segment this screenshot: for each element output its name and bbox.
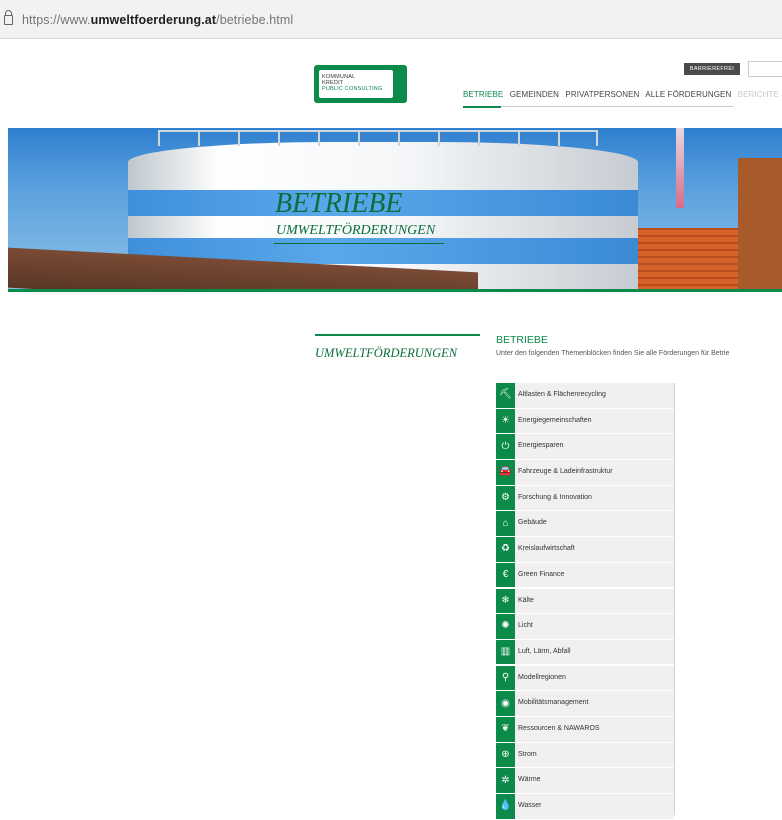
section-title: BETRIEBE	[496, 334, 548, 346]
topic-item[interactable]: ⌂ Gebäude	[496, 511, 674, 537]
excavator-icon: ⛏	[496, 383, 515, 408]
sidebar-rule	[315, 334, 480, 336]
topic-label: Ressourcen & NAWAROS	[518, 724, 600, 732]
topic-label: Kälte	[518, 596, 534, 604]
topic-item[interactable]: ▥ Luft, Lärm, Abfall	[496, 639, 674, 665]
search-input[interactable]	[748, 61, 782, 77]
browser-address-bar[interactable]: https://www.umweltfoerderung.at/betriebe…	[0, 0, 782, 39]
house-icon: ⌂	[496, 511, 515, 537]
nav-privatpersonen[interactable]: PRIVATPERSONEN	[565, 90, 639, 99]
hero-subtitle-underline	[274, 243, 444, 244]
topic-label: Licht	[518, 622, 533, 630]
recycle-icon: ♻	[496, 537, 515, 562]
region-pin-icon: ⚲	[496, 665, 515, 691]
topic-label: Energiegemeinschaften	[518, 416, 592, 424]
url-text[interactable]: https://www.umweltfoerderung.at/betriebe…	[22, 13, 293, 27]
topic-label: Modellregionen	[518, 673, 566, 681]
main-navigation: BETRIEBE GEMEINDEN PRIVATPERSONEN ALLE F…	[463, 90, 782, 110]
topic-label: Altlasten & Flächenrecycling	[518, 391, 606, 398]
nav-gemeinden[interactable]: GEMEINDEN	[510, 90, 559, 99]
mobility-icon: ◉	[496, 691, 515, 716]
kommunalkredit-logo[interactable]: KOMMUNAL KREDIT PUBLIC CONSULTING	[314, 65, 407, 103]
list-divider	[674, 383, 675, 815]
topic-item[interactable]: ⛏ Altlasten & Flächenrecycling	[496, 383, 674, 408]
hero-subtitle: UMWELTFÖRDERUNGEN	[276, 223, 436, 238]
topic-item[interactable]: ✺ Licht	[496, 614, 674, 639]
gear-icon: ⚙	[496, 485, 515, 511]
topic-item[interactable]: ⚙ Forschung & Innovation	[496, 485, 674, 511]
topic-label: Strom	[518, 750, 537, 758]
topic-label: Forschung & Innovation	[518, 493, 592, 501]
hero-bottom-bar	[8, 289, 782, 292]
topic-item[interactable]: ♻ Kreislaufwirtschaft	[496, 537, 674, 562]
logo-text-3: PUBLIC CONSULTING	[322, 86, 383, 92]
topic-label: Energiesparen	[518, 442, 564, 450]
nav-betriebe[interactable]: BETRIEBE	[463, 90, 503, 99]
topic-label: Wärme	[518, 776, 541, 784]
tank-railing	[158, 130, 598, 146]
topic-item[interactable]: ⚲ Modellregionen	[496, 665, 674, 691]
tiled-roof-shape	[638, 228, 738, 290]
heat-icon: ✲	[496, 768, 515, 793]
topic-item[interactable]: ❄ Kälte	[496, 588, 674, 614]
nav-active-indicator	[463, 106, 501, 108]
topic-label: Gebäude	[518, 519, 547, 527]
hero-title: BETRIEBE	[275, 188, 403, 219]
nav-berichte[interactable]: BERICHTE &	[738, 90, 782, 99]
euro-icon: €	[496, 562, 515, 588]
nav-alle-foerderungen[interactable]: ALLE FÖRDERUNGEN	[645, 90, 731, 99]
bin-icon: ▥	[496, 639, 515, 665]
topic-list: ⛏ Altlasten & Flächenrecycling ☀ Energiegem…	[496, 383, 674, 820]
nav-divider	[463, 106, 733, 107]
car-icon: 🚘	[496, 460, 515, 485]
sun-icon: ☀	[496, 408, 515, 434]
building-shape	[738, 158, 782, 290]
topic-label: Luft, Lärm, Abfall	[518, 647, 571, 655]
topic-item[interactable]: ✲ Wärme	[496, 768, 674, 793]
lock-icon	[4, 10, 13, 25]
topic-label: Green Finance	[518, 570, 565, 578]
topic-label: Kreislaufwirtschaft	[518, 545, 575, 553]
plug-icon: ⊕	[496, 742, 515, 768]
topic-item[interactable]: ⏻ Energiesparen	[496, 434, 674, 459]
chimney-shape	[676, 128, 684, 208]
topic-item[interactable]: € Green Finance	[496, 562, 674, 588]
topic-item[interactable]: 🚘 Fahrzeuge & Ladeinfrastruktur	[496, 460, 674, 485]
topic-item[interactable]: ❦ Ressourcen & NAWAROS	[496, 716, 674, 742]
snowflake-drop-icon: ❄	[496, 588, 515, 614]
sidebar-title[interactable]: UMWELTFÖRDERUNGEN	[315, 346, 457, 361]
topic-item[interactable]: ◉ Mobilitätsmanagement	[496, 691, 674, 716]
barrierefrei-button[interactable]: BARRIEREFREI	[684, 63, 740, 75]
topic-item[interactable]: ☀ Energiegemeinschaften	[496, 408, 674, 434]
lightbulb-icon: ✺	[496, 614, 515, 639]
topic-item[interactable]: ⊕ Strom	[496, 742, 674, 768]
topic-label: Mobilitätsmanagement	[518, 699, 589, 707]
power-icon: ⏻	[496, 434, 515, 459]
topic-label: Fahrzeuge & Ladeinfrastruktur	[518, 468, 613, 476]
section-intro: Unter den folgenden Themenblöcken finden…	[496, 350, 730, 357]
leaf-icon: ❦	[496, 716, 515, 742]
